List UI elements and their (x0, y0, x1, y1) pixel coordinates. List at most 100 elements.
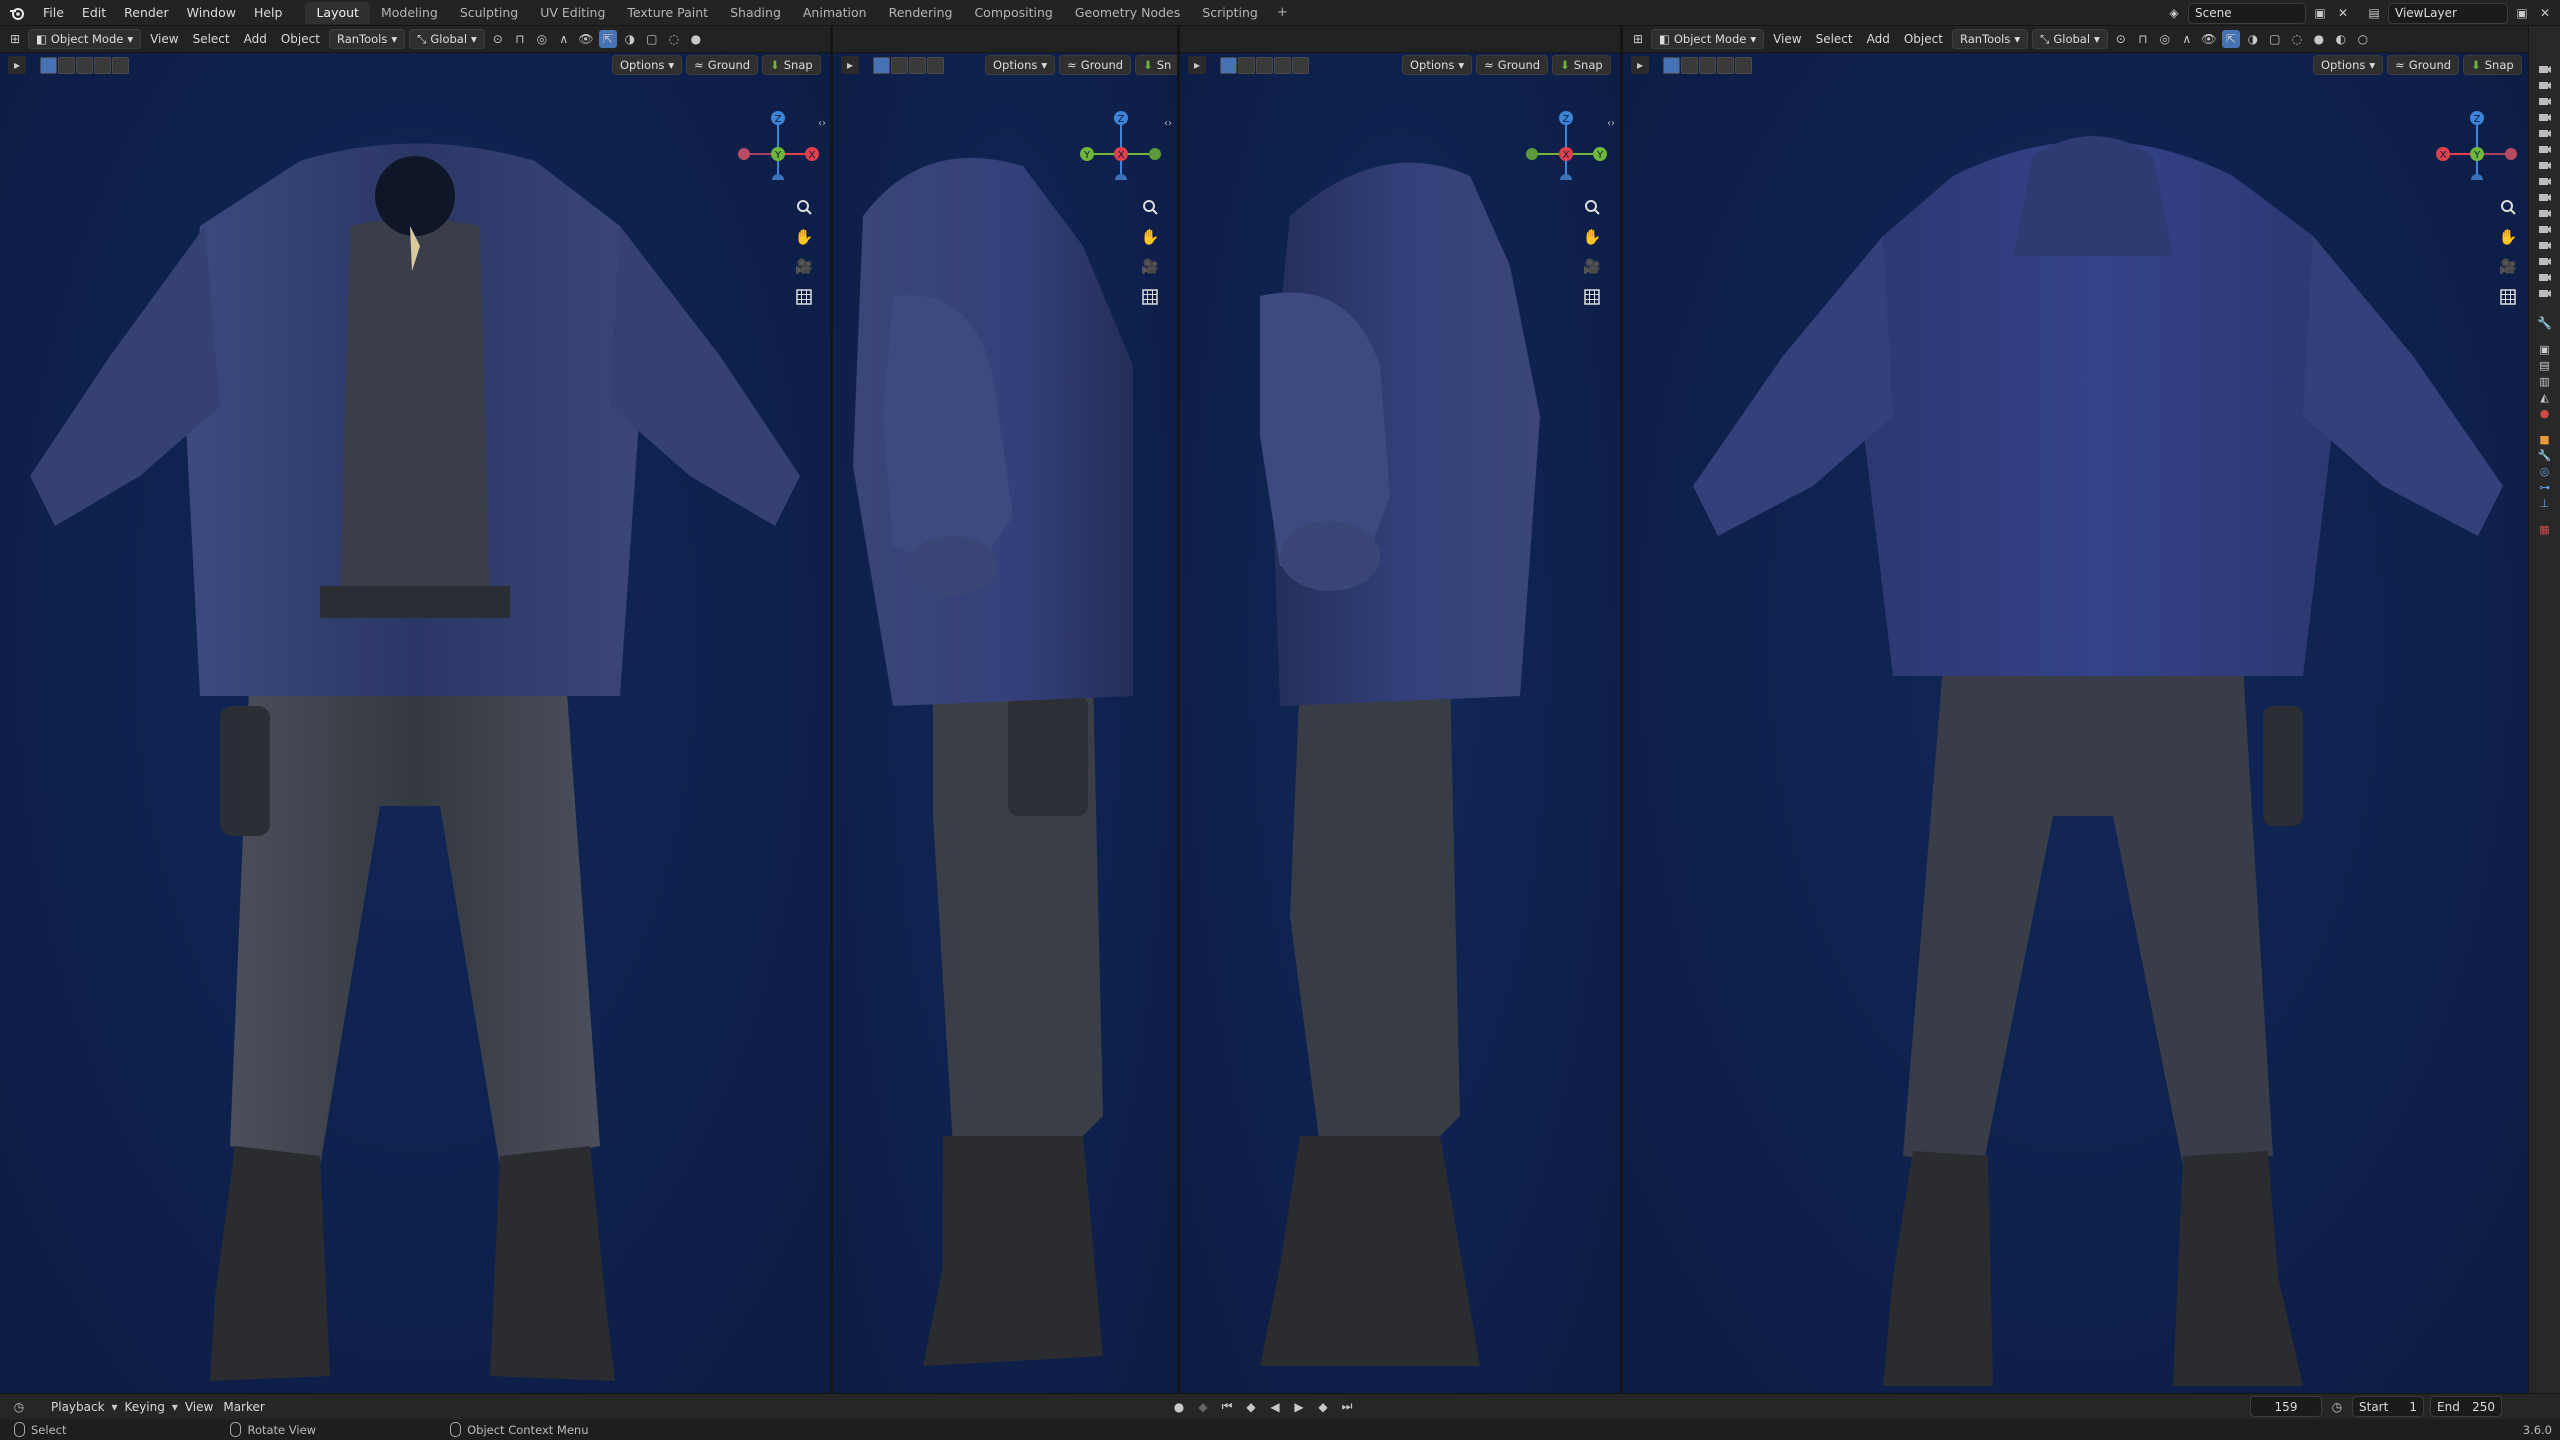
xray-icon[interactable]: ▢ (643, 30, 661, 48)
rantools-dropdown[interactable]: RanTools ▾ (1951, 29, 2029, 49)
new-scene-icon[interactable]: ▣ (2311, 4, 2329, 22)
menu-file[interactable]: File (34, 0, 73, 26)
options-dropdown[interactable]: Options ▾ (985, 55, 1056, 75)
select-extend-icon[interactable] (891, 56, 908, 74)
mode-dropdown[interactable]: ◧ Object Mode ▾ (1651, 29, 1765, 49)
menu-render[interactable]: Render (115, 0, 178, 26)
menu-view[interactable]: View (145, 32, 183, 46)
tab-scripting[interactable]: Scripting (1191, 2, 1269, 24)
snap-icon[interactable]: ⊓ (2134, 30, 2152, 48)
collapse-arrows-icon[interactable]: ‹› (815, 110, 829, 136)
proportional-edit-icon[interactable]: ◎ (2156, 30, 2174, 48)
menu-select[interactable]: Select (188, 32, 235, 46)
gizmo-toggle-icon[interactable]: ⇱ (2221, 30, 2240, 48)
select-new-icon[interactable] (1220, 56, 1237, 74)
play-reverse-icon[interactable]: ◀ (1266, 1398, 1284, 1416)
menu-marker[interactable]: Marker (218, 1400, 269, 1414)
add-workspace-icon[interactable]: + (1269, 5, 1296, 20)
orientation-dropdown[interactable]: ⤡ Global ▾ (409, 29, 485, 49)
view-layer-icon[interactable]: ▤ (2365, 4, 2383, 22)
options-dropdown[interactable]: Options ▾ (612, 55, 683, 75)
menu-playback[interactable]: Playback (46, 1400, 110, 1414)
camera-icon[interactable] (2536, 206, 2554, 220)
tool-select-icon[interactable]: ▸ (8, 56, 26, 74)
proportional-edit-icon[interactable]: ◎ (533, 30, 551, 48)
ground-button[interactable]: ≈ Ground (2387, 55, 2460, 75)
camera-icon[interactable] (2536, 62, 2554, 76)
menu-view[interactable]: View (1768, 32, 1806, 46)
render-properties-icon[interactable]: ▣ (2536, 342, 2554, 356)
menu-add[interactable]: Add (239, 32, 272, 46)
world-properties-icon[interactable]: ● (2536, 406, 2554, 420)
visibility-icon[interactable]: 👁 (577, 30, 595, 48)
output-properties-icon[interactable]: ▤ (2536, 358, 2554, 372)
select-extend-icon[interactable] (1681, 56, 1698, 74)
scene-icon[interactable]: ◈ (2165, 4, 2183, 22)
shading-material-icon[interactable]: ◐ (2332, 30, 2350, 48)
select-new-icon[interactable] (40, 56, 57, 74)
delete-view-layer-icon[interactable]: ✕ (2536, 4, 2554, 22)
xray-icon[interactable]: ▢ (2266, 30, 2284, 48)
rantools-dropdown[interactable]: RanTools ▾ (328, 29, 406, 49)
tab-shading[interactable]: Shading (719, 2, 792, 24)
texture-properties-icon[interactable]: ▦ (2536, 522, 2554, 536)
ground-button[interactable]: ≈ Ground (1476, 55, 1549, 75)
snap-button[interactable]: ⬇ Sn (1135, 55, 1177, 75)
select-subtract-icon[interactable] (1256, 56, 1273, 74)
options-dropdown[interactable]: Options ▾ (1402, 55, 1473, 75)
tab-geometry-nodes[interactable]: Geometry Nodes (1064, 2, 1191, 24)
tab-sculpting[interactable]: Sculpting (449, 2, 529, 24)
camera-icon[interactable] (2536, 222, 2554, 236)
camera-icon[interactable] (2536, 126, 2554, 140)
view-layer-properties-icon[interactable]: ▥ (2536, 374, 2554, 388)
select-new-icon[interactable] (873, 56, 890, 74)
tool-select-icon[interactable]: ▸ (1631, 56, 1649, 74)
current-frame-field[interactable]: 159 (2250, 1396, 2322, 1417)
viewport-back[interactable]: ⊞ ◧ Object Mode ▾ View Select Add Object R… (1623, 26, 2528, 1393)
camera-icon[interactable] (2536, 94, 2554, 108)
record-icon[interactable]: ● (1170, 1398, 1188, 1416)
menu-window[interactable]: Window (178, 0, 245, 26)
tab-layout[interactable]: Layout (305, 1, 370, 24)
clock-icon[interactable]: ◷ (2328, 1398, 2346, 1416)
select-invert-icon[interactable] (94, 56, 111, 74)
ground-button[interactable]: ≈ Ground (686, 55, 759, 75)
shading-solid-icon[interactable]: ● (687, 30, 705, 48)
viewport-right[interactable]: ▸ Options ▾ ≈ Ground ⬇ Sn Z Y X ✋ 🎥 ‹› (833, 26, 1177, 1393)
menu-select[interactable]: Select (1811, 32, 1858, 46)
falloff-icon[interactable]: ∧ (555, 30, 573, 48)
tool-properties-icon[interactable]: 🔧 (2536, 316, 2554, 330)
viewport-left[interactable]: ▸ Options ▾ ≈ Ground ⬇ Snap Z X Y ✋ 🎥 ‹› (1180, 26, 1620, 1393)
mode-dropdown[interactable]: ◧ Object Mode ▾ (28, 29, 142, 49)
character-front-model[interactable] (20, 106, 810, 1393)
overlay-icon[interactable]: ◑ (2244, 30, 2262, 48)
tab-modeling[interactable]: Modeling (370, 2, 449, 24)
play-icon[interactable]: ▶ (1290, 1398, 1308, 1416)
object-properties-icon[interactable]: ■ (2536, 432, 2554, 446)
tool-select-icon[interactable]: ▸ (1188, 56, 1206, 74)
select-extend-icon[interactable] (1238, 56, 1255, 74)
select-invert-icon[interactable] (1274, 56, 1291, 74)
editor-type-icon[interactable]: ◷ (10, 1398, 28, 1416)
shading-solid-icon[interactable]: ● (2310, 30, 2328, 48)
orientation-dropdown[interactable]: ⤡ Global ▾ (2032, 29, 2108, 49)
view-layer-field[interactable]: ViewLayer (2388, 2, 2508, 24)
select-new-icon[interactable] (1663, 56, 1680, 74)
tab-texture-paint[interactable]: Texture Paint (616, 2, 719, 24)
tab-rendering[interactable]: Rendering (878, 2, 964, 24)
select-subtract-icon[interactable] (76, 56, 93, 74)
editor-type-icon[interactable]: ⊞ (6, 30, 24, 48)
gizmo-toggle-icon[interactable]: ⇱ (598, 30, 617, 48)
modifier-properties-icon[interactable]: 🔧 (2536, 448, 2554, 462)
prev-keyframe-icon[interactable]: ◆ (1242, 1398, 1260, 1416)
delete-scene-icon[interactable]: ✕ (2334, 4, 2352, 22)
end-frame-field[interactable]: End 250 (2430, 1396, 2502, 1417)
shading-rendered-icon[interactable]: ○ (2354, 30, 2372, 48)
snap-button[interactable]: ⬇ Snap (762, 55, 821, 75)
scene-field[interactable]: Scene (2188, 2, 2306, 24)
menu-view[interactable]: View (180, 1400, 218, 1414)
tool-select-icon[interactable]: ▸ (841, 56, 859, 74)
camera-icon[interactable] (2536, 238, 2554, 252)
snap-button[interactable]: ⬇ Snap (2463, 55, 2522, 75)
keyframe-icon[interactable]: ◆ (1194, 1398, 1212, 1416)
